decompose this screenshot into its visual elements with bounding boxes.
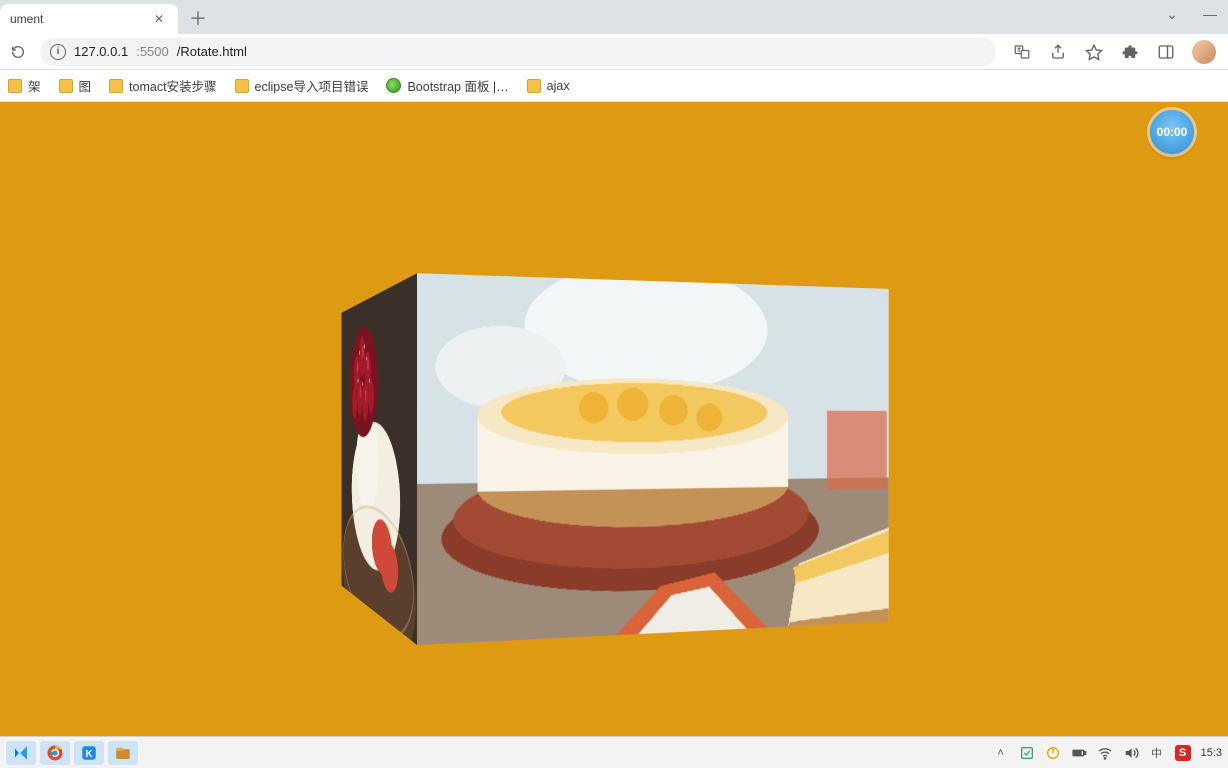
carousel-face-front	[417, 273, 889, 645]
page-viewport: 00:00	[0, 102, 1228, 736]
tab-strip: ument ✕ ＋ ⌄ —	[0, 0, 1228, 34]
taskbar: K ˄ 中 S 15:3	[0, 736, 1228, 768]
bookmark-label: 图	[79, 76, 92, 95]
bookmark-label: tomact安装步骤	[129, 76, 217, 95]
browser-tab[interactable]: ument ✕	[0, 4, 178, 34]
taskbar-app-vscode[interactable]	[6, 741, 36, 765]
folder-icon	[109, 79, 123, 93]
carousel-stage: D E	[373, 302, 803, 602]
taskbar-apps: K	[6, 741, 138, 765]
bookmark-item[interactable]: eclipse导入项目错误	[235, 76, 369, 95]
system-tray: ˄ 中 S 15:3	[993, 745, 1222, 761]
timer-badge[interactable]: 00:00	[1150, 110, 1194, 154]
bookmark-label: eclipse导入项目错误	[255, 76, 369, 95]
site-info-icon[interactable]: i	[50, 44, 66, 60]
translate-icon[interactable]	[1012, 42, 1032, 62]
sogou-icon[interactable]: S	[1175, 745, 1191, 761]
clock[interactable]: 15:3	[1201, 747, 1222, 759]
battery-icon[interactable]	[1071, 745, 1087, 761]
security-icon[interactable]	[1019, 745, 1035, 761]
folder-icon	[235, 79, 249, 93]
app-icon	[386, 78, 401, 93]
power-icon[interactable]	[1045, 745, 1061, 761]
bookmark-item[interactable]: 架	[8, 76, 41, 95]
browser-toolbar: i 127.0.0.1 :5500/Rotate.html	[0, 34, 1228, 70]
folder-icon	[527, 79, 541, 93]
url-port: :5500	[136, 44, 169, 59]
timer-value: 00:00	[1157, 125, 1188, 139]
reload-button[interactable]	[6, 40, 30, 64]
window-chevron-icon[interactable]: ⌄	[1160, 6, 1184, 23]
address-bar[interactable]: i 127.0.0.1 :5500/Rotate.html	[40, 38, 996, 66]
volume-icon[interactable]	[1123, 745, 1139, 761]
side-panel-icon[interactable]	[1156, 42, 1176, 62]
bookmark-label: ajax	[547, 79, 570, 93]
close-tab-icon[interactable]: ✕	[150, 10, 168, 28]
bookmark-label: Bootstrap 面板 |…	[407, 76, 508, 95]
new-tab-button[interactable]: ＋	[184, 4, 212, 32]
share-icon[interactable]	[1048, 42, 1068, 62]
taskbar-app-kde[interactable]: K	[74, 741, 104, 765]
tray-chevron-icon[interactable]: ˄	[993, 745, 1009, 761]
ime-icon[interactable]: 中	[1149, 745, 1165, 761]
window-controls: ⌄ —	[1160, 6, 1222, 23]
bookmark-item[interactable]: 图	[59, 76, 92, 95]
folder-icon	[8, 79, 22, 93]
svg-text:K: K	[85, 748, 92, 759]
avatar-icon[interactable]	[1192, 40, 1216, 64]
bookmark-item[interactable]: tomact安装步骤	[109, 76, 217, 95]
star-icon[interactable]	[1084, 42, 1104, 62]
bookmarks-bar: 架 图 tomact安装步骤 eclipse导入项目错误 Bootstrap 面…	[0, 70, 1228, 102]
wifi-icon[interactable]	[1097, 745, 1113, 761]
carousel-cube[interactable]: D E	[374, 296, 784, 611]
bookmark-item[interactable]: Bootstrap 面板 |…	[386, 76, 508, 95]
folder-icon	[59, 79, 73, 93]
tab-title: ument	[10, 12, 43, 26]
carousel-face-left	[342, 273, 417, 645]
url-path: /Rotate.html	[177, 44, 247, 59]
bookmark-item[interactable]: ajax	[527, 79, 570, 93]
window-minimize-icon[interactable]: —	[1198, 6, 1222, 23]
cheesecake-image	[417, 273, 889, 645]
raspberry-image	[342, 273, 417, 645]
toolbar-icons	[1006, 40, 1222, 64]
bookmark-label: 架	[28, 76, 41, 95]
url-host: 127.0.0.1	[74, 44, 128, 59]
taskbar-app-file-mgr[interactable]	[108, 741, 138, 765]
puzzle-icon[interactable]	[1120, 42, 1140, 62]
taskbar-app-chrome[interactable]	[40, 741, 70, 765]
